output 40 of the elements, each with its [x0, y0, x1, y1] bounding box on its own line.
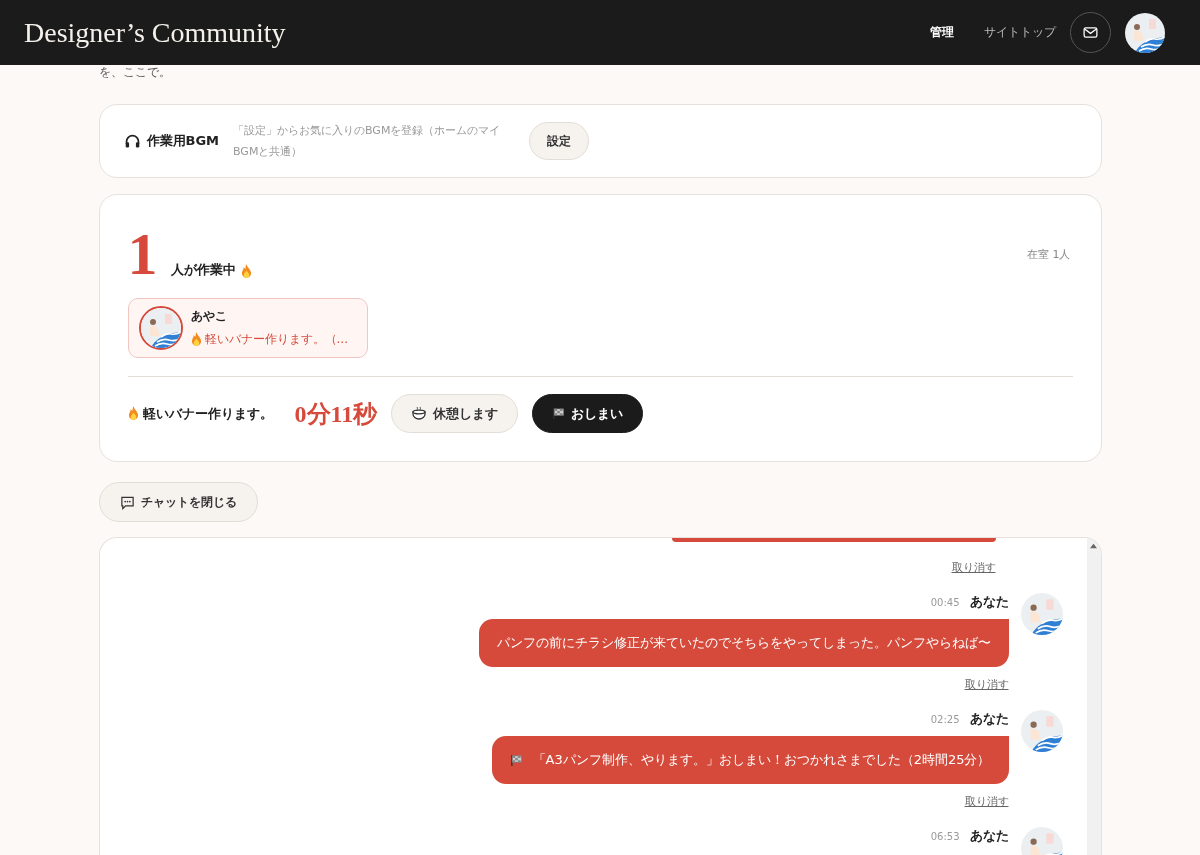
bgm-hint: 「設定」からお気に入りのBGMを登録（ホームのマイBGMと共通） [233, 123, 502, 160]
message-time: 00:45 [930, 597, 960, 608]
undo-link[interactable]: 取り消す [964, 794, 1009, 809]
close-chat-button[interactable]: チャットを閉じる [98, 482, 258, 522]
my-task: 軽いバナー作ります。 [142, 404, 273, 423]
fire-icon [190, 332, 202, 347]
worker-label: 人が作業中 [170, 261, 236, 279]
intro-text: を、ここで。 [98, 65, 172, 81]
scrollbar[interactable] [1086, 538, 1101, 855]
headphones-icon [123, 132, 141, 150]
settings-button[interactable]: 設定 [529, 122, 589, 160]
member-status: 軽いバナー作ります。（... [204, 331, 348, 348]
message-time: 02:25 [930, 714, 960, 725]
flag-icon [552, 407, 566, 420]
message-author: あなた [969, 710, 1009, 728]
member-card[interactable]: あやこ 軽いバナー作ります。（... [127, 298, 368, 358]
fire-icon [240, 264, 252, 279]
timer: 0分11秒 [294, 399, 378, 429]
mail-icon [1082, 24, 1099, 41]
undo-link[interactable]: 取り消す [964, 677, 1009, 692]
message-text: パンフの前にチラシ修正が来ていたのでそちらをやってしまった。パンフやらねば〜 [496, 634, 991, 652]
chat-icon [119, 494, 135, 510]
undo-link[interactable]: 取り消す [951, 560, 996, 575]
break-button[interactable]: 休憩します [391, 394, 519, 433]
message-time: 06:53 [930, 831, 960, 842]
fire-icon [127, 406, 139, 421]
finish-button[interactable]: おしまい [532, 394, 644, 433]
flag-icon [509, 753, 523, 767]
room-count: 在室 1人 [1027, 247, 1071, 262]
message-author: あなた [969, 827, 1009, 845]
nav-link[interactable]: 管理 [930, 24, 954, 41]
nav-link[interactable]: サイトトップ [984, 24, 1056, 41]
member-name: あやこ [190, 308, 228, 325]
site-title[interactable]: Designer’s Community [24, 16, 286, 49]
worker-count: 1 [127, 229, 158, 279]
cup-icon [411, 406, 428, 421]
scroll-up-icon[interactable] [1089, 542, 1098, 549]
bgm-title: 作業用BGM [146, 132, 219, 150]
message-text: 「A3パンフ制作、やります。」おしまい！おつかれさまでした（2時間25分） [532, 751, 991, 769]
message-author: あなた [969, 593, 1009, 611]
